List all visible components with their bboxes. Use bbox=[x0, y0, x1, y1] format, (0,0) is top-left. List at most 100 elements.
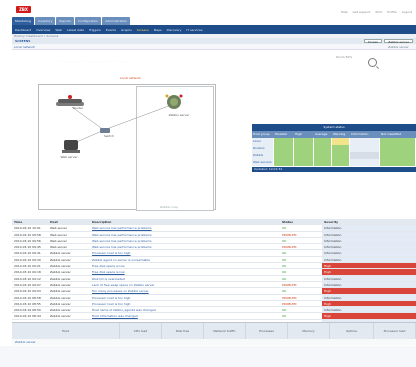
server-icon[interactable] bbox=[62, 140, 80, 153]
event-description-link[interactable]: Free disk space is low bbox=[90, 263, 280, 268]
host-select[interactable]: Zabbix server bbox=[384, 39, 413, 44]
menu-it-services[interactable]: IT services bbox=[186, 28, 202, 32]
event-severity: Information bbox=[322, 250, 416, 256]
status-header: Not classified bbox=[381, 132, 402, 136]
event-host: Zabbix server bbox=[50, 308, 71, 313]
strip-dot: · bbox=[75, 59, 77, 63]
lower-header: Memory bbox=[288, 323, 330, 339]
screen-title: SCREENS bbox=[15, 39, 31, 43]
lower-first-row[interactable]: Zabbix server bbox=[12, 339, 416, 345]
tab-monitoring[interactable]: Monitoring bbox=[12, 17, 35, 25]
menu-discovery[interactable]: Discovery bbox=[167, 28, 182, 32]
tab-administration[interactable]: Administration bbox=[102, 17, 131, 25]
event-status: PROBLEM bbox=[282, 232, 297, 237]
event-description-link[interactable]: Free disk space is low bbox=[90, 269, 280, 274]
strip-dot: · bbox=[63, 59, 65, 63]
event-time: 2014.03.10 09:56 bbox=[14, 238, 41, 243]
event-host: Zabbix server bbox=[50, 295, 71, 300]
menu-graphs[interactable]: Graphs bbox=[121, 28, 132, 32]
lower-header-row: Host CPU load Disk free Network traffic … bbox=[12, 323, 416, 339]
event-description-link[interactable]: Too many processes on Zabbix server bbox=[90, 288, 280, 293]
strip-dot: · bbox=[126, 59, 128, 63]
menu-events[interactable]: Events bbox=[106, 28, 116, 32]
event-host: Zabbix server bbox=[50, 257, 71, 262]
lower-header: Host bbox=[12, 323, 120, 339]
event-status: OK bbox=[282, 264, 287, 269]
status-row: Routers bbox=[252, 145, 416, 153]
zabbix-server-icon[interactable] bbox=[165, 94, 183, 110]
strip-dot: · bbox=[87, 59, 89, 63]
strip-dot: · bbox=[108, 59, 110, 63]
event-time: 2014.03.10 08:50 bbox=[14, 308, 41, 313]
event-description-link[interactable]: Processor load is too high bbox=[90, 301, 280, 306]
tab-reports[interactable]: Reports bbox=[56, 17, 74, 25]
event-severity: Information bbox=[322, 307, 416, 313]
lower-header: Processor load bbox=[374, 323, 416, 339]
logout-link[interactable]: Logout bbox=[402, 10, 412, 14]
event-time: 2014.03.10 09:58 bbox=[14, 232, 41, 237]
event-description-link[interactable]: Zabbix agent on server is unreachable bbox=[90, 257, 280, 262]
lower-header: Uptime bbox=[330, 323, 374, 339]
event-host: Zabbix server bbox=[50, 282, 71, 287]
event-time: 2014.03.10 09:03 bbox=[14, 289, 41, 294]
map-zoom[interactable]: Zoom 50% bbox=[336, 55, 352, 59]
screen-select[interactable]: Screen bbox=[363, 39, 383, 44]
strip-dot: · bbox=[66, 59, 68, 63]
event-severity: Information bbox=[322, 237, 416, 244]
event-time: 2014.03.10 09:18 bbox=[14, 270, 41, 275]
switch-icon[interactable] bbox=[100, 128, 110, 133]
event-description-link[interactable]: Web service has performance problems bbox=[90, 238, 280, 243]
map-title: Local network bbox=[120, 76, 141, 80]
column-severity: Severity bbox=[324, 220, 339, 224]
event-description-link[interactable]: Disk I/O is overloaded bbox=[90, 276, 280, 281]
event-severity: Information bbox=[322, 256, 416, 263]
event-description-link[interactable]: Web service has performance problems bbox=[90, 244, 280, 249]
help-link[interactable]: Help bbox=[341, 10, 348, 14]
strip-dot: · bbox=[120, 59, 122, 63]
screen-controls: Screen Zabbix server bbox=[363, 39, 413, 44]
status-cell bbox=[332, 159, 350, 167]
menu-latest-data[interactable]: Latest data bbox=[67, 28, 84, 32]
get-support-link[interactable]: Get support bbox=[353, 10, 371, 14]
lower-table: Host CPU load Disk free Network traffic … bbox=[12, 322, 416, 346]
network-map bbox=[56, 94, 183, 153]
zoom-icon[interactable] bbox=[368, 58, 377, 67]
menu-web[interactable]: Web bbox=[55, 28, 62, 32]
event-description-link[interactable]: Web service has performance problems bbox=[90, 232, 280, 237]
pane-status: Zabbix server bbox=[388, 45, 409, 49]
event-severity: Information bbox=[322, 281, 416, 288]
event-description-link[interactable]: Web service has performance problems bbox=[90, 225, 280, 230]
tab-inventory[interactable]: Inventory bbox=[35, 17, 56, 25]
strip-dot: · bbox=[69, 59, 71, 63]
print-link[interactable]: Print bbox=[375, 10, 382, 14]
strip-dot: · bbox=[102, 59, 104, 63]
system-status-title: System status bbox=[252, 124, 416, 131]
event-description-link[interactable]: Host information was changed bbox=[90, 313, 280, 318]
event-status: PROBLEM bbox=[282, 282, 297, 287]
router-icon[interactable] bbox=[56, 95, 84, 106]
status-header-row: Host group Disaster High Average Warning… bbox=[252, 131, 416, 138]
event-description-link[interactable]: Host name of zabbix_agentd was changed bbox=[90, 307, 280, 312]
status-row: Zabbix bbox=[252, 152, 416, 160]
profile-link[interactable]: Profile bbox=[387, 10, 396, 14]
status-header: Average bbox=[315, 132, 328, 136]
menu-screens[interactable]: Screens bbox=[137, 28, 149, 32]
event-host: Web server bbox=[50, 226, 67, 231]
strip-dot: · bbox=[90, 59, 92, 63]
column-time: Time bbox=[14, 220, 23, 224]
strip-dot: · bbox=[99, 59, 101, 63]
menu-maps[interactable]: Maps bbox=[154, 28, 162, 32]
submenu: Dashboard Overview Web Latest data Trigg… bbox=[12, 25, 416, 34]
column-host: Host bbox=[50, 220, 58, 224]
menu-overview[interactable]: Overview bbox=[36, 28, 50, 32]
event-description-link[interactable]: Lack of free swap space on Zabbix server bbox=[90, 282, 280, 287]
map-controls: Zoom 50% bbox=[336, 55, 352, 59]
status-header: Warning bbox=[333, 132, 346, 136]
strip-dot: · bbox=[72, 59, 74, 63]
menu-dashboard[interactable]: Dashboard bbox=[15, 28, 31, 32]
tab-configuration[interactable]: Configuration bbox=[74, 17, 102, 25]
event-description-link[interactable]: Processor load is too high bbox=[90, 295, 280, 300]
event-description-link[interactable]: Processor load is too high bbox=[90, 250, 280, 255]
event-severity: High bbox=[322, 288, 416, 294]
menu-triggers[interactable]: Triggers bbox=[89, 28, 101, 32]
